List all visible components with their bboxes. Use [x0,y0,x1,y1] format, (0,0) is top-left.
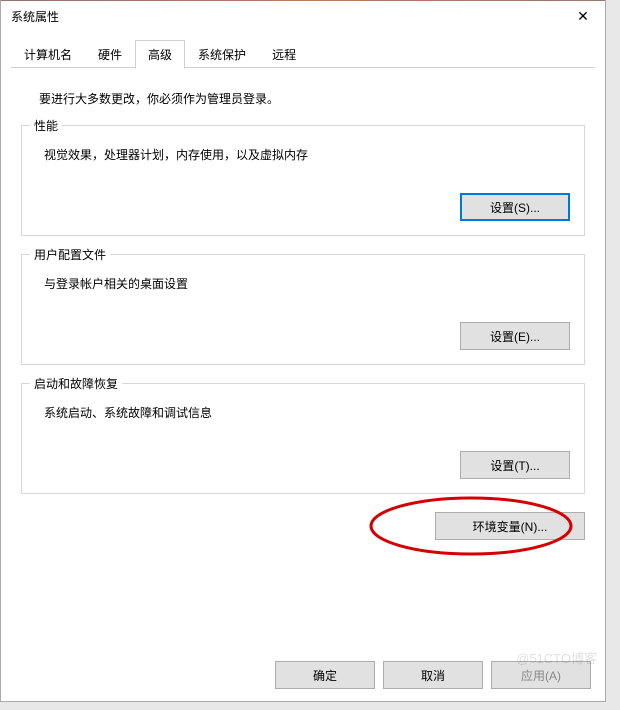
startup-recovery-settings-button[interactable]: 设置(T)... [460,451,570,479]
performance-desc: 视觉效果，处理器计划，内存使用，以及虚拟内存 [44,146,570,163]
tab-system-protection[interactable]: 系统保护 [185,40,259,69]
tab-underline [11,67,595,68]
environment-variables-button[interactable]: 环境变量(N)... [435,512,585,540]
user-profiles-title: 用户配置文件 [30,246,110,263]
user-profiles-desc: 与登录帐户相关的桌面设置 [44,275,570,292]
advanced-panel: 要进行大多数更改，你必须作为管理员登录。 性能 视觉效果，处理器计划，内存使用，… [1,68,605,550]
window-title: 系统属性 [11,8,59,25]
cancel-button[interactable]: 取消 [383,661,483,689]
tab-hardware[interactable]: 硬件 [85,40,135,69]
user-profiles-group: 用户配置文件 与登录帐户相关的桌面设置 设置(E)... [21,254,585,365]
browser-edge-hint [1,0,605,1]
close-icon: ✕ [577,8,589,25]
startup-recovery-title: 启动和故障恢复 [30,375,122,392]
close-button[interactable]: ✕ [563,2,603,30]
admin-intro-text: 要进行大多数更改，你必须作为管理员登录。 [39,90,585,107]
tab-computer-name[interactable]: 计算机名 [11,40,85,69]
startup-recovery-desc: 系统启动、系统故障和调试信息 [44,404,570,421]
startup-recovery-group: 启动和故障恢复 系统启动、系统故障和调试信息 设置(T)... [21,383,585,494]
tab-row: 计算机名 硬件 高级 系统保护 远程 [1,31,605,68]
tab-advanced[interactable]: 高级 [135,40,185,69]
tab-remote[interactable]: 远程 [259,40,309,69]
system-properties-window: 系统属性 ✕ 计算机名 硬件 高级 系统保护 远程 要进行大多数更改，你必须作为… [0,0,606,702]
performance-group: 性能 视觉效果，处理器计划，内存使用，以及虚拟内存 设置(S)... [21,125,585,236]
ok-button[interactable]: 确定 [275,661,375,689]
user-profiles-settings-button[interactable]: 设置(E)... [460,322,570,350]
performance-settings-button[interactable]: 设置(S)... [460,193,570,221]
env-vars-row: 环境变量(N)... [21,512,585,540]
titlebar: 系统属性 ✕ [1,1,605,31]
performance-title: 性能 [30,117,62,134]
dialog-button-row: 确定 取消 应用(A) [275,661,591,689]
apply-button[interactable]: 应用(A) [491,661,591,689]
